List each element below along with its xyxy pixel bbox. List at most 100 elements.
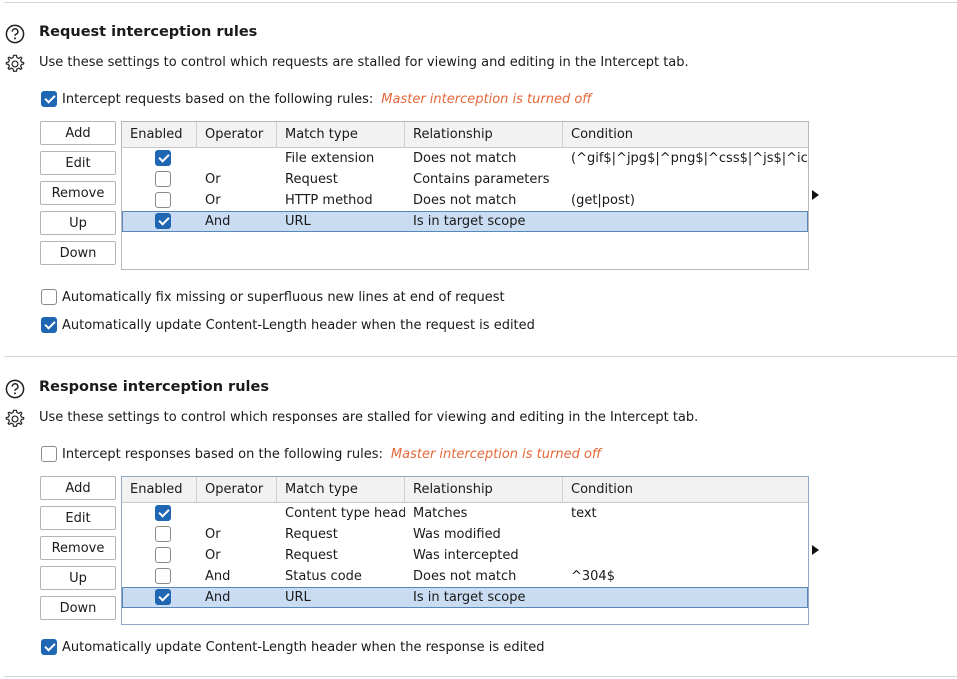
- cell-relationship: Does not match: [413, 193, 517, 208]
- cell-condition: [563, 169, 808, 190]
- column-header-relationship[interactable]: Relationship: [405, 477, 563, 503]
- enabled-checkbox[interactable]: [155, 526, 171, 542]
- add-button[interactable]: Add: [40, 476, 116, 500]
- enabled-checkbox[interactable]: [155, 505, 171, 521]
- fix-newlines-checkbox[interactable]: [41, 289, 57, 305]
- cell-operator: [197, 503, 277, 524]
- edit-button[interactable]: Edit: [40, 151, 116, 175]
- cell-relationship: Was intercepted: [413, 548, 519, 563]
- request-rules-table[interactable]: Enabled Operator Match type Relationship…: [121, 121, 809, 270]
- column-header-enabled[interactable]: Enabled: [122, 477, 197, 503]
- cell-match-type: Request: [285, 527, 338, 542]
- table-row[interactable]: Or HTTP method Does not match (get|post): [122, 190, 808, 211]
- update-length-response-label: Automatically update Content-Length head…: [62, 639, 545, 655]
- section-description: Use these settings to control which requ…: [39, 55, 689, 70]
- intercept-requests-toggle[interactable]: Intercept requests based on the followin…: [41, 90, 592, 108]
- table-body: File extension Does not match (^gif$|^jpg$…: [122, 148, 808, 232]
- section-title: Request interception rules: [39, 24, 258, 40]
- column-header-condition[interactable]: Condition: [563, 122, 808, 148]
- up-button[interactable]: Up: [40, 566, 116, 590]
- up-button[interactable]: Up: [40, 211, 116, 235]
- column-header-enabled[interactable]: Enabled: [122, 122, 197, 148]
- cell-condition: [563, 524, 808, 545]
- column-header-operator[interactable]: Operator: [197, 122, 277, 148]
- section-description: Use these settings to control which resp…: [39, 410, 699, 425]
- table-row[interactable]: File extension Does not match (^gif$|^jpg$…: [122, 148, 808, 169]
- table-row[interactable]: And URL Is in target scope: [122, 211, 808, 232]
- table-body: Content type head... Matches text Or Request…: [122, 503, 808, 608]
- section-title: Response interception rules: [39, 379, 269, 395]
- cell-condition: (get|post): [571, 193, 635, 208]
- table-row[interactable]: Content type head... Matches text: [122, 503, 808, 524]
- cell-condition: (^gif$|^jpg$|^png$|^css$|^js$|^ico$|...: [571, 151, 808, 166]
- column-header-match-type[interactable]: Match type: [277, 477, 405, 503]
- cell-operator: And: [205, 569, 231, 584]
- cell-relationship: Does not match: [413, 569, 517, 584]
- column-header-relationship[interactable]: Relationship: [405, 122, 563, 148]
- enabled-checkbox[interactable]: [155, 150, 171, 166]
- cell-operator: And: [205, 214, 231, 229]
- cell-match-type: Status code: [285, 569, 362, 584]
- cell-operator: Or: [205, 193, 221, 208]
- down-button[interactable]: Down: [40, 596, 116, 620]
- table-row[interactable]: Or Request Was intercepted: [122, 545, 808, 566]
- cell-relationship: Contains parameters: [413, 172, 550, 187]
- help-icon[interactable]: [5, 24, 25, 44]
- bottom-divider: [4, 676, 957, 677]
- table-row[interactable]: Or Request Was modified: [122, 524, 808, 545]
- enabled-checkbox[interactable]: [155, 192, 171, 208]
- master-interception-note: Master interception is turned off: [390, 446, 602, 462]
- arrow-right-icon[interactable]: [812, 190, 819, 200]
- cell-match-type: URL: [285, 590, 311, 605]
- update-length-request-label: Automatically update Content-Length head…: [62, 317, 535, 333]
- table-row[interactable]: And Status code Does not match ^304$: [122, 566, 808, 587]
- update-length-response-option[interactable]: Automatically update Content-Length head…: [41, 638, 545, 656]
- enabled-checkbox[interactable]: [155, 568, 171, 584]
- cell-operator: And: [205, 590, 231, 605]
- intercept-responses-toggle[interactable]: Intercept responses based on the followi…: [41, 445, 601, 463]
- cell-relationship: Is in target scope: [413, 214, 526, 229]
- enabled-checkbox[interactable]: [155, 171, 171, 187]
- intercept-requests-checkbox[interactable]: [41, 91, 57, 107]
- section-divider: [4, 356, 957, 357]
- table-header: Enabled Operator Match type Relationship…: [122, 477, 808, 503]
- cell-match-type: Request: [285, 548, 338, 563]
- cell-match-type: URL: [285, 214, 311, 229]
- enabled-checkbox[interactable]: [155, 547, 171, 563]
- cell-relationship: Is in target scope: [413, 590, 526, 605]
- table-row[interactable]: Or Request Contains parameters: [122, 169, 808, 190]
- update-length-request-checkbox[interactable]: [41, 317, 57, 333]
- cell-match-type: Request: [285, 172, 338, 187]
- remove-button[interactable]: Remove: [40, 536, 116, 560]
- cell-relationship: Was modified: [413, 527, 501, 542]
- down-button[interactable]: Down: [40, 241, 116, 265]
- cell-operator: Or: [205, 172, 221, 187]
- update-length-response-checkbox[interactable]: [41, 639, 57, 655]
- column-header-match-type[interactable]: Match type: [277, 122, 405, 148]
- intercept-responses-checkbox[interactable]: [41, 446, 57, 462]
- cell-enabled: [122, 169, 197, 190]
- table-row[interactable]: And URL Is in target scope: [122, 587, 808, 608]
- gear-icon[interactable]: [4, 408, 26, 430]
- remove-button[interactable]: Remove: [40, 181, 116, 205]
- fix-newlines-option[interactable]: Automatically fix missing or superfluous…: [41, 288, 505, 306]
- add-button[interactable]: Add: [40, 121, 116, 145]
- edit-button[interactable]: Edit: [40, 506, 116, 530]
- gear-icon[interactable]: [4, 53, 26, 75]
- cell-condition: [563, 545, 808, 566]
- cell-operator: [197, 148, 277, 169]
- response-rules-table[interactable]: Enabled Operator Match type Relationship…: [121, 476, 809, 625]
- update-length-request-option[interactable]: Automatically update Content-Length head…: [41, 316, 535, 334]
- cell-condition: [563, 211, 808, 232]
- column-header-operator[interactable]: Operator: [197, 477, 277, 503]
- help-icon[interactable]: [5, 379, 25, 399]
- table-header: Enabled Operator Match type Relationship…: [122, 122, 808, 148]
- enabled-checkbox[interactable]: [155, 213, 171, 229]
- cell-match-type: File extension: [285, 151, 375, 166]
- cell-condition: ^304$: [571, 569, 615, 584]
- cell-enabled: [122, 190, 197, 211]
- enabled-checkbox[interactable]: [155, 589, 171, 605]
- column-header-condition[interactable]: Condition: [563, 477, 808, 503]
- arrow-right-icon[interactable]: [812, 545, 819, 555]
- fix-newlines-label: Automatically fix missing or superfluous…: [62, 289, 505, 305]
